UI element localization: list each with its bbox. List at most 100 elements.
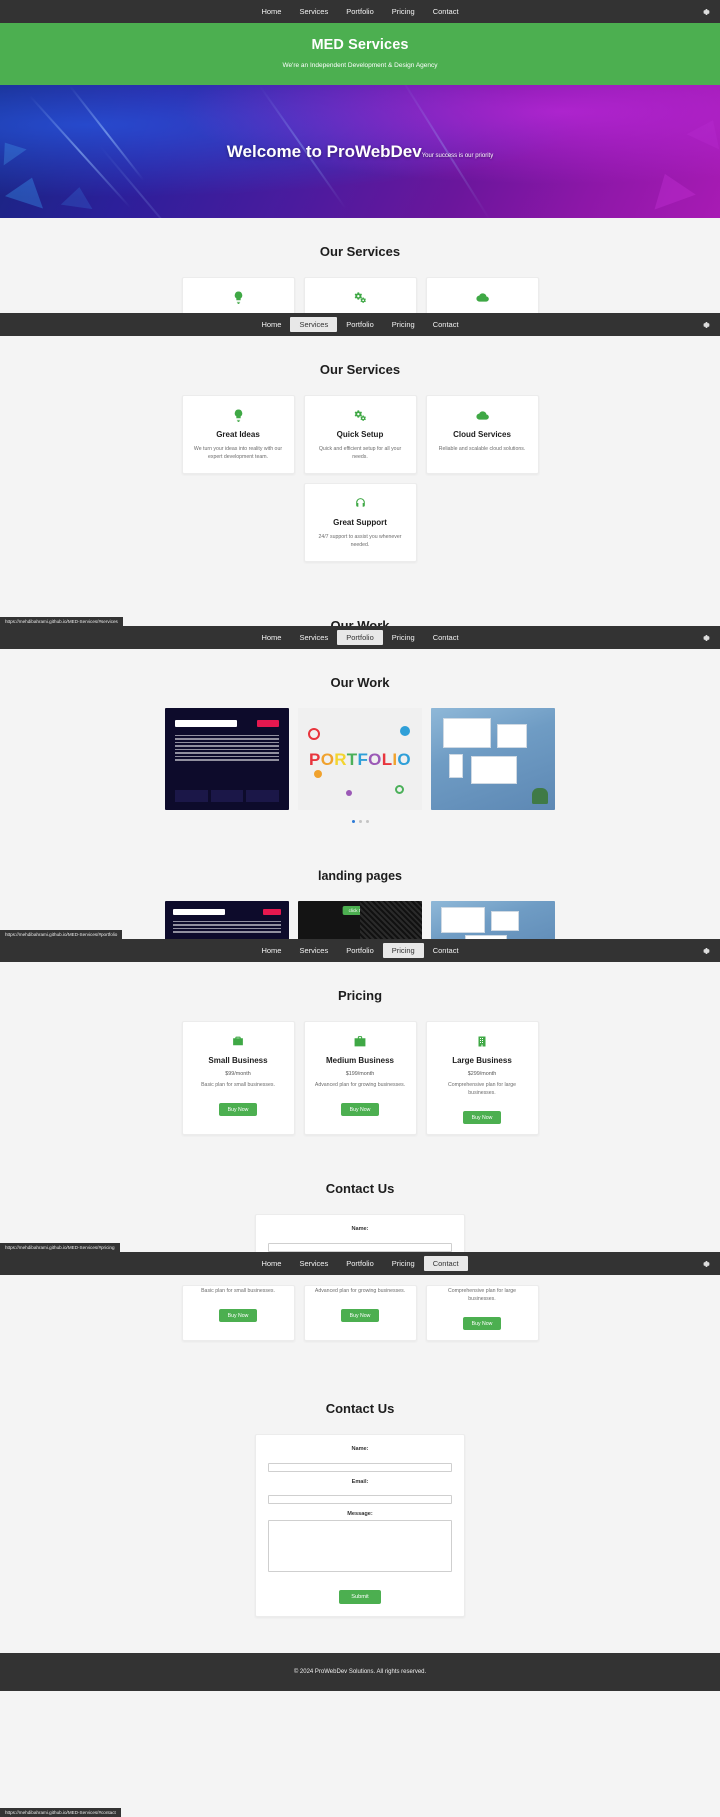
service-card-great-ideas[interactable]: Great Ideas We turn your ideas into real… <box>181 395 295 475</box>
mock-tablet <box>491 911 519 931</box>
name-field[interactable] <box>268 1242 452 1252</box>
mock-phone <box>449 754 463 778</box>
nav-link-contact[interactable]: Contact <box>424 943 468 959</box>
service-text: 24/7 support to assist you whenever need… <box>318 534 402 549</box>
nav-link-pricing[interactable]: Pricing <box>383 317 424 333</box>
pricing-card-large-business[interactable]: Comprehensive plan for large businesses.… <box>425 1285 539 1342</box>
service-card-cloud-services[interactable]: Cloud Services Reliable and scalable clo… <box>425 395 539 475</box>
decorative-dot <box>308 728 320 740</box>
carousel-dots[interactable] <box>0 810 720 823</box>
plan-price: $299/month <box>467 1071 497 1077</box>
service-title: Great Support <box>333 518 387 528</box>
email-field[interactable] <box>268 1495 452 1505</box>
navbar-portfolio: Home Services Portfolio Pricing Contact <box>0 626 720 649</box>
nav-link-portfolio[interactable]: Portfolio <box>337 317 383 333</box>
nav-link-services[interactable]: Services <box>290 316 338 333</box>
decorative-dot <box>346 790 352 796</box>
service-card-great-ideas[interactable]: Great Ideas We turn your ideas into real… <box>181 277 295 313</box>
buy-now-button[interactable]: Buy Now <box>340 1309 380 1323</box>
buy-now-button[interactable]: Buy Now <box>462 1111 502 1125</box>
pricing-card-large-business[interactable]: Large Business $299/month Comprehensive … <box>425 1021 539 1136</box>
pricing-card-medium-business[interactable]: Medium Business $199/month Advanced plan… <box>303 1021 417 1136</box>
nav-link-home[interactable]: Home <box>252 1256 290 1272</box>
service-card-quick-setup[interactable]: Quick Setup Quick and efficient setup fo… <box>303 395 417 475</box>
carousel-dot[interactable] <box>365 820 369 823</box>
service-card-quick-setup[interactable]: Quick Setup Quick and efficient setup fo… <box>303 277 417 313</box>
gear-icon[interactable] <box>701 633 710 642</box>
nav-link-services[interactable]: Services <box>290 943 337 959</box>
nav-link-services[interactable]: Services <box>290 4 337 20</box>
desk-devices-mock <box>431 901 555 939</box>
name-field[interactable] <box>268 1462 452 1472</box>
service-text: Reliable and scalable cloud solutions. <box>438 446 526 452</box>
mock-text-lines <box>173 921 281 933</box>
gear-icon[interactable] <box>701 1259 710 1268</box>
service-card-great-support[interactable]: Great Support 24/7 support to assist you… <box>303 483 417 563</box>
nav-link-services[interactable]: Services <box>290 1256 337 1272</box>
viewport-frame-portfolio: Home Services Portfolio Pricing Contact … <box>0 626 720 939</box>
nav-link-pricing[interactable]: Pricing <box>383 4 424 20</box>
nav-link-pricing[interactable]: Pricing <box>383 1256 424 1272</box>
mock-monitor <box>443 718 491 748</box>
mock-text-lines <box>175 735 279 761</box>
nav-link-pricing[interactable]: Pricing <box>383 630 424 646</box>
pricing-card-medium-business[interactable]: Advanced plan for growing businesses. Bu… <box>303 1285 417 1342</box>
mock-tablet <box>497 724 527 748</box>
portfolio-letters-thumbnail[interactable]: PORTFOLIO <box>298 708 422 810</box>
portfolio-section: Our Work PORTFOLIO landing pages click <box>0 649 720 939</box>
buy-now-button[interactable]: Buy Now <box>218 1103 258 1117</box>
service-card-cloud-services[interactable]: Cloud Services Reliable and scalable clo… <box>425 277 539 313</box>
portfolio-heading: Our Work <box>330 675 390 690</box>
nav-link-contact[interactable]: Contact <box>423 1255 468 1272</box>
nav-link-contact[interactable]: Contact <box>424 630 468 646</box>
nav-link-portfolio[interactable]: Portfolio <box>337 943 383 959</box>
dark-website-thumbnail[interactable] <box>165 901 289 939</box>
pricing-card-small-business[interactable]: Small Business $99/month Basic plan for … <box>181 1021 295 1136</box>
hero-triangle-1 <box>4 171 52 209</box>
desk-devices-thumbnail[interactable] <box>431 901 555 939</box>
plan-price: $199/month <box>345 1071 375 1077</box>
nav-link-portfolio[interactable]: Portfolio <box>337 629 383 646</box>
nav-link-home[interactable]: Home <box>252 4 290 20</box>
nav-link-home[interactable]: Home <box>252 630 290 646</box>
carousel-dot[interactable] <box>358 820 362 823</box>
contact-heading: Contact Us <box>325 1181 395 1197</box>
cloud-icon <box>435 407 530 423</box>
dark-website-mock <box>165 901 289 939</box>
services-cards-row-second: Great Support 24/7 support to assist you… <box>0 483 720 563</box>
gear-icon[interactable] <box>701 7 710 16</box>
nav-link-portfolio[interactable]: Portfolio <box>337 1256 383 1272</box>
buy-now-button[interactable]: Buy Now <box>218 1309 258 1323</box>
nav-link-portfolio[interactable]: Portfolio <box>337 4 383 20</box>
nav-link-home[interactable]: Home <box>252 943 290 959</box>
buy-now-button[interactable]: Buy Now <box>462 1317 502 1331</box>
gear-icon[interactable] <box>701 946 710 955</box>
service-title: Great Ideas <box>216 430 260 439</box>
services-heading: Our Services <box>319 244 401 259</box>
nav-link-services[interactable]: Services <box>290 630 337 646</box>
status-bar-portfolio: https://mehdibahrami.github.io/MED-Servi… <box>0 929 123 939</box>
mock-card-blocks <box>175 790 280 802</box>
carousel-dot[interactable] <box>351 820 355 823</box>
plan-name: Large Business <box>452 1056 512 1065</box>
plan-description: Advanced plan for growing businesses. <box>314 1288 406 1294</box>
nav-link-contact[interactable]: Contact <box>424 317 468 333</box>
hero-streak-2 <box>69 85 145 181</box>
nav-link-home[interactable]: Home <box>252 317 290 333</box>
nav-link-contact[interactable]: Contact <box>424 4 468 20</box>
buy-now-button[interactable]: Buy Now <box>340 1103 380 1117</box>
landing-dark-thumbnail[interactable]: click to see <box>298 901 422 939</box>
submit-button[interactable]: Submit <box>339 1590 381 1605</box>
pricing-card-small-business[interactable]: Basic plan for small businesses. Buy Now <box>181 1285 295 1342</box>
contact-form-partial: Name: Email: Message: <box>255 1214 465 1252</box>
page-tagline: We're an Independent Development & Desig… <box>282 62 438 69</box>
mesh-pattern <box>360 901 422 939</box>
message-field[interactable] <box>268 1520 452 1573</box>
desk-devices-thumbnail[interactable] <box>431 708 555 810</box>
gear-icon[interactable] <box>701 320 710 329</box>
nav-link-pricing[interactable]: Pricing <box>382 942 424 959</box>
dark-website-thumbnail[interactable] <box>165 708 289 810</box>
decorative-dot <box>400 726 410 736</box>
services-section-partial: Our Services Great Ideas We turn your id… <box>0 218 720 313</box>
gears-icon <box>313 289 408 305</box>
